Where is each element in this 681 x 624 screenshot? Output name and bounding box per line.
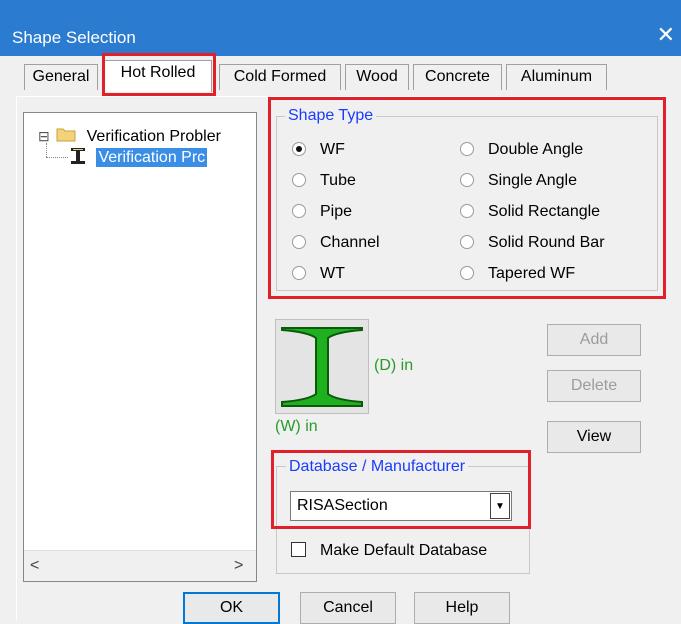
scroll-left-icon[interactable]: <: [30, 557, 39, 575]
cancel-button[interactable]: Cancel: [300, 592, 396, 624]
project-tree[interactable]: ⊟ Verification Probler Verification Prc: [23, 112, 257, 582]
radio-icon: [292, 204, 306, 218]
radio-label: Solid Rectangle: [488, 203, 601, 220]
radio-label: Single Angle: [488, 172, 577, 189]
tree-horizontal-scrollbar[interactable]: < >: [24, 550, 256, 581]
tree-child-item[interactable]: Verification Prc: [70, 147, 208, 169]
radio-solid-round-bar[interactable]: Solid Round Bar: [460, 232, 605, 254]
tab-hot-rolled[interactable]: Hot Rolled: [104, 60, 212, 92]
ok-button[interactable]: OK: [183, 592, 280, 624]
database-select[interactable]: RISASection ▼: [290, 491, 512, 521]
radio-solid-rectangle[interactable]: Solid Rectangle: [460, 201, 600, 223]
tree-root-item[interactable]: ⊟ Verification Probler: [38, 125, 221, 147]
width-label: (W) in: [275, 418, 318, 435]
radio-icon: [460, 266, 474, 280]
tab-aluminum[interactable]: Aluminum: [506, 64, 607, 90]
tab-strip: General Hot Rolled Cold Formed Wood Conc…: [0, 56, 681, 96]
radio-selected-icon: [292, 142, 306, 156]
radio-icon: [292, 266, 306, 280]
radio-icon: [460, 235, 474, 249]
make-default-checkbox[interactable]: Make Default Database: [291, 540, 487, 562]
wide-flange-icon: [70, 147, 86, 165]
help-button[interactable]: Help: [414, 592, 510, 624]
radio-label: Solid Round Bar: [488, 234, 605, 251]
dropdown-arrow-icon[interactable]: ▼: [490, 493, 510, 519]
close-icon[interactable]: ✕: [657, 22, 675, 48]
database-legend: Database / Manufacturer: [286, 458, 469, 476]
tab-wood[interactable]: Wood: [345, 64, 409, 90]
wide-flange-shape-icon: [281, 327, 363, 407]
tab-cold-formed[interactable]: Cold Formed: [219, 64, 341, 90]
radio-double-angle[interactable]: Double Angle: [460, 139, 583, 161]
radio-wf[interactable]: WF: [292, 139, 345, 161]
tab-concrete[interactable]: Concrete: [413, 64, 502, 90]
radio-label: WF: [320, 141, 345, 158]
radio-icon: [460, 204, 474, 218]
radio-channel[interactable]: Channel: [292, 232, 380, 254]
tab-general[interactable]: General: [24, 64, 98, 90]
radio-icon: [292, 235, 306, 249]
radio-single-angle[interactable]: Single Angle: [460, 170, 577, 192]
window-title: Shape Selection: [12, 28, 136, 47]
depth-label: (D) in: [374, 357, 414, 374]
view-button[interactable]: View: [547, 421, 641, 453]
delete-button[interactable]: Delete: [547, 370, 641, 402]
folder-icon: [56, 127, 76, 142]
radio-icon: [460, 142, 474, 156]
radio-label: Channel: [320, 234, 380, 251]
radio-label: WT: [320, 265, 345, 282]
radio-tapered-wf[interactable]: Tapered WF: [460, 263, 575, 285]
tree-child-label: Verification Prc: [96, 148, 208, 167]
make-default-label: Make Default Database: [320, 542, 488, 559]
radio-tube[interactable]: Tube: [292, 170, 356, 192]
tree-root-label: Verification Probler: [86, 128, 221, 145]
radio-pipe[interactable]: Pipe: [292, 201, 352, 223]
checkbox-icon[interactable]: [291, 542, 306, 557]
scroll-right-icon[interactable]: >: [234, 557, 243, 575]
radio-label: Pipe: [320, 203, 353, 220]
collapse-icon[interactable]: ⊟: [38, 128, 50, 144]
shape-preview: [275, 319, 369, 414]
radio-label: Tapered WF: [488, 265, 576, 282]
add-button[interactable]: Add: [547, 324, 641, 356]
title-bar: Shape Selection ✕: [0, 0, 681, 56]
radio-icon: [460, 173, 474, 187]
radio-label: Double Angle: [488, 141, 584, 158]
shape-type-legend: Shape Type: [285, 107, 377, 125]
database-selected-value: RISASection: [297, 497, 388, 514]
radio-label: Tube: [320, 172, 356, 189]
radio-wt[interactable]: WT: [292, 263, 345, 285]
radio-icon: [292, 173, 306, 187]
